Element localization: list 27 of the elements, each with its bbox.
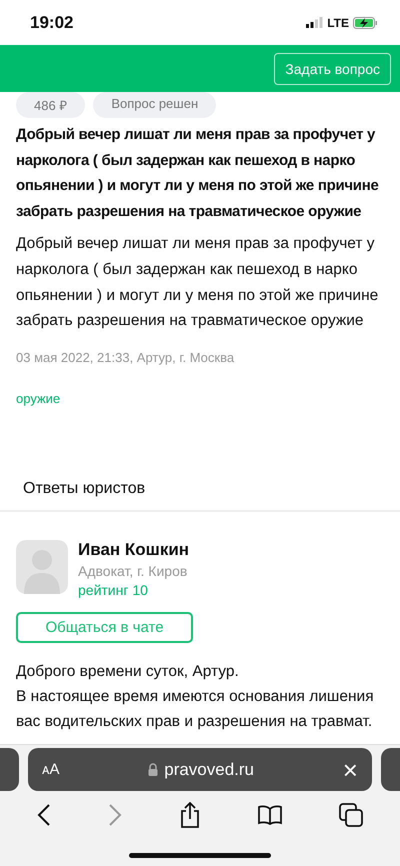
answer-text: В настоящее время имеются основания лишения вас водительских прав и разрешения на травмат. [16,686,375,732]
tab-preview[interactable] [0,748,19,791]
lawyer-role: Адвокат, г. Киров [78,562,188,579]
battery-charging-icon [353,16,378,28]
question-text: Добрый вечер лишат ли меня прав за профучет у нарколога ( был задержан как пешеход в нарко опьянении ) и могут ли у меня по этой же причине забрать разрешения на травматическое оружие [16,234,380,332]
address-bar[interactable]: ᴀA pravoved.ru × [28,748,372,791]
question-chip: 486 ₽ [16,92,86,118]
question-chip: Вопрос решен [93,92,216,118]
tab-preview[interactable] [381,748,400,791]
question-meta: 03 мая 2022, 21:33, Артур, г. Москва [16,350,236,365]
network-label: LTE [327,16,349,30]
text-size-button[interactable]: ᴀA [42,761,60,778]
lawyer-rating: рейтинг 10 [78,582,149,598]
answers-heading: Ответы юристов [0,480,400,512]
signal-icon [306,17,324,28]
status-time: 19:02 [30,12,74,32]
avatar-icon [16,540,68,594]
share-icon[interactable] [180,802,200,828]
answer-text: Доброго времени суток, Артур. [16,662,240,682]
question-title: Добрый вечер лишат ли меня прав за профучет у нарколога ( был задержан как пешеход в нарко опьянении ) и могут ли у меня по этой же причине забрать разрешения на травматическое оружие [16,125,380,222]
close-button[interactable]: × [342,756,358,782]
tabs-icon[interactable] [339,803,364,827]
url-text: pravoved.ru [164,760,254,780]
lock-icon [148,763,158,776]
back-icon[interactable] [36,804,51,826]
lawyer-name[interactable]: Иван Кошкин [78,540,190,560]
book-icon[interactable] [258,805,282,825]
